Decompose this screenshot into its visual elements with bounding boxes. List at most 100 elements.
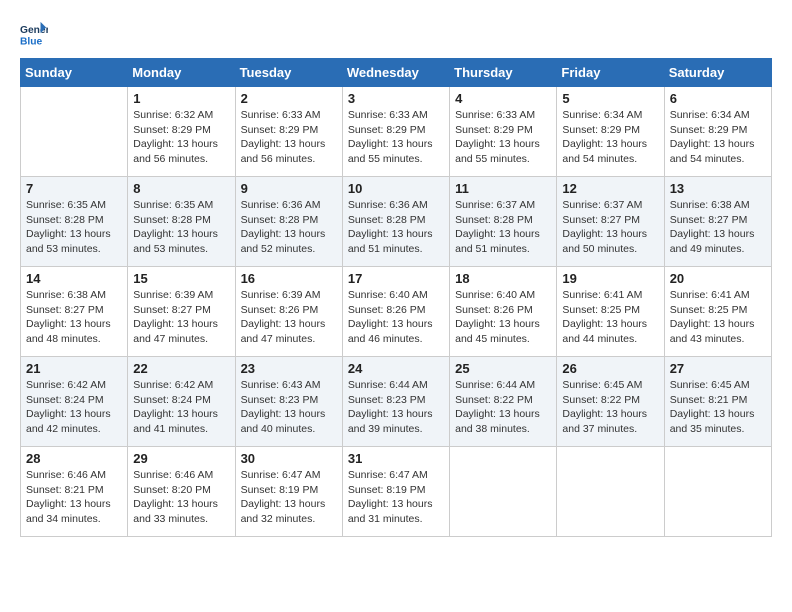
day-header-thursday: Thursday — [450, 59, 557, 87]
day-info: Sunrise: 6:46 AM Sunset: 8:20 PM Dayligh… — [133, 468, 229, 527]
calendar-cell: 3Sunrise: 6:33 AM Sunset: 8:29 PM Daylig… — [342, 87, 449, 177]
calendar-cell: 1 Sunrise: 6:32 AM Sunset: 8:29 PM Daylig… — [128, 87, 235, 177]
day-number: 5 — [562, 91, 658, 106]
day-number: 29 — [133, 451, 229, 466]
day-number: 28 — [26, 451, 122, 466]
day-info: Sunrise: 6:45 AM Sunset: 8:22 PM Dayligh… — [562, 378, 658, 437]
calendar-cell: 26 Sunrise: 6:45 AM Sunset: 8:22 PM Dayli… — [557, 357, 664, 447]
day-header-monday: Monday — [128, 59, 235, 87]
day-info: Sunrise: 6:41 AM Sunset: 8:25 PM Dayligh… — [562, 288, 658, 347]
header-row: SundayMondayTuesdayWednesdayThursdayFrid… — [21, 59, 772, 87]
calendar-cell: 30 Sunrise: 6:47 AM Sunset: 8:19 PM Dayli… — [235, 447, 342, 537]
day-info: Sunrise: 6:42 AM Sunset: 8:24 PM Dayligh… — [133, 378, 229, 437]
calendar-cell: 10Sunrise: 6:36 AM Sunset: 8:28 PM Dayli… — [342, 177, 449, 267]
day-number: 19 — [562, 271, 658, 286]
day-info: Sunrise: 6:34 AM Sunset: 8:29 PM Dayligh… — [562, 108, 658, 167]
calendar-cell: 11 Sunrise: 6:37 AM Sunset: 8:28 PM Dayli… — [450, 177, 557, 267]
week-row-1: 1 Sunrise: 6:32 AM Sunset: 8:29 PM Daylig… — [21, 87, 772, 177]
calendar-cell: 16Sunrise: 6:39 AM Sunset: 8:26 PM Dayli… — [235, 267, 342, 357]
day-number: 8 — [133, 181, 229, 196]
day-info: Sunrise: 6:40 AM Sunset: 8:26 PM Dayligh… — [348, 288, 444, 347]
day-number: 17 — [348, 271, 444, 286]
day-number: 26 — [562, 361, 658, 376]
day-info: Sunrise: 6:39 AM Sunset: 8:26 PM Dayligh… — [241, 288, 337, 347]
day-number: 11 — [455, 181, 551, 196]
day-info: Sunrise: 6:36 AM Sunset: 8:28 PM Dayligh… — [241, 198, 337, 257]
calendar-cell — [557, 447, 664, 537]
day-number: 31 — [348, 451, 444, 466]
day-number: 6 — [670, 91, 766, 106]
day-info: Sunrise: 6:39 AM Sunset: 8:27 PM Dayligh… — [133, 288, 229, 347]
calendar-cell: 4Sunrise: 6:33 AM Sunset: 8:29 PM Daylig… — [450, 87, 557, 177]
calendar-cell: 25 Sunrise: 6:44 AM Sunset: 8:22 PM Dayli… — [450, 357, 557, 447]
day-number: 23 — [241, 361, 337, 376]
day-number: 1 — [133, 91, 229, 106]
logo-icon: General Blue — [20, 20, 48, 48]
calendar-cell — [664, 447, 771, 537]
day-header-wednesday: Wednesday — [342, 59, 449, 87]
day-header-sunday: Sunday — [21, 59, 128, 87]
calendar-cell: 9 Sunrise: 6:36 AM Sunset: 8:28 PM Daylig… — [235, 177, 342, 267]
day-number: 18 — [455, 271, 551, 286]
day-number: 22 — [133, 361, 229, 376]
day-number: 2 — [241, 91, 337, 106]
header: General Blue — [20, 20, 772, 48]
day-header-saturday: Saturday — [664, 59, 771, 87]
day-number: 24 — [348, 361, 444, 376]
day-info: Sunrise: 6:32 AM Sunset: 8:29 PM Dayligh… — [133, 108, 229, 167]
day-number: 20 — [670, 271, 766, 286]
day-info: Sunrise: 6:46 AM Sunset: 8:21 PM Dayligh… — [26, 468, 122, 527]
calendar-cell: 19 Sunrise: 6:41 AM Sunset: 8:25 PM Dayli… — [557, 267, 664, 357]
calendar-cell — [450, 447, 557, 537]
week-row-4: 21 Sunrise: 6:42 AM Sunset: 8:24 PM Dayli… — [21, 357, 772, 447]
day-info: Sunrise: 6:44 AM Sunset: 8:22 PM Dayligh… — [455, 378, 551, 437]
day-number: 7 — [26, 181, 122, 196]
day-number: 15 — [133, 271, 229, 286]
calendar-cell: 31Sunrise: 6:47 AM Sunset: 8:19 PM Dayli… — [342, 447, 449, 537]
day-info: Sunrise: 6:35 AM Sunset: 8:28 PM Dayligh… — [26, 198, 122, 257]
calendar-cell: 23 Sunrise: 6:43 AM Sunset: 8:23 PM Dayli… — [235, 357, 342, 447]
day-info: Sunrise: 6:47 AM Sunset: 8:19 PM Dayligh… — [241, 468, 337, 527]
day-number: 4 — [455, 91, 551, 106]
day-info: Sunrise: 6:35 AM Sunset: 8:28 PM Dayligh… — [133, 198, 229, 257]
day-info: Sunrise: 6:45 AM Sunset: 8:21 PM Dayligh… — [670, 378, 766, 437]
day-number: 13 — [670, 181, 766, 196]
calendar-cell: 20 Sunrise: 6:41 AM Sunset: 8:25 PM Dayli… — [664, 267, 771, 357]
calendar-cell: 18 Sunrise: 6:40 AM Sunset: 8:26 PM Dayli… — [450, 267, 557, 357]
calendar-cell: 21Sunrise: 6:42 AM Sunset: 8:24 PM Dayli… — [21, 357, 128, 447]
day-number: 3 — [348, 91, 444, 106]
day-info: Sunrise: 6:41 AM Sunset: 8:25 PM Dayligh… — [670, 288, 766, 347]
svg-text:Blue: Blue — [20, 36, 43, 47]
day-number: 25 — [455, 361, 551, 376]
calendar-cell: 12 Sunrise: 6:37 AM Sunset: 8:27 PM Dayli… — [557, 177, 664, 267]
calendar-cell: 29 Sunrise: 6:46 AM Sunset: 8:20 PM Dayli… — [128, 447, 235, 537]
day-info: Sunrise: 6:37 AM Sunset: 8:27 PM Dayligh… — [562, 198, 658, 257]
day-header-tuesday: Tuesday — [235, 59, 342, 87]
day-info: Sunrise: 6:40 AM Sunset: 8:26 PM Dayligh… — [455, 288, 551, 347]
calendar-cell: 14 Sunrise: 6:38 AM Sunset: 8:27 PM Dayli… — [21, 267, 128, 357]
day-number: 14 — [26, 271, 122, 286]
day-info: Sunrise: 6:38 AM Sunset: 8:27 PM Dayligh… — [670, 198, 766, 257]
calendar-cell: 7 Sunrise: 6:35 AM Sunset: 8:28 PM Daylig… — [21, 177, 128, 267]
calendar-cell: 5 Sunrise: 6:34 AM Sunset: 8:29 PM Daylig… — [557, 87, 664, 177]
day-info: Sunrise: 6:38 AM Sunset: 8:27 PM Dayligh… — [26, 288, 122, 347]
week-row-5: 28 Sunrise: 6:46 AM Sunset: 8:21 PM Dayli… — [21, 447, 772, 537]
day-number: 9 — [241, 181, 337, 196]
day-number: 21 — [26, 361, 122, 376]
day-info: Sunrise: 6:44 AM Sunset: 8:23 PM Dayligh… — [348, 378, 444, 437]
day-info: Sunrise: 6:43 AM Sunset: 8:23 PM Dayligh… — [241, 378, 337, 437]
day-info: Sunrise: 6:37 AM Sunset: 8:28 PM Dayligh… — [455, 198, 551, 257]
day-number: 27 — [670, 361, 766, 376]
calendar-cell: 13 Sunrise: 6:38 AM Sunset: 8:27 PM Dayli… — [664, 177, 771, 267]
day-number: 12 — [562, 181, 658, 196]
day-info: Sunrise: 6:36 AM Sunset: 8:28 PM Dayligh… — [348, 198, 444, 257]
calendar-cell: 17 Sunrise: 6:40 AM Sunset: 8:26 PM Dayli… — [342, 267, 449, 357]
day-info: Sunrise: 6:33 AM Sunset: 8:29 PM Dayligh… — [241, 108, 337, 167]
calendar-cell: 8 Sunrise: 6:35 AM Sunset: 8:28 PM Daylig… — [128, 177, 235, 267]
calendar-cell: 15 Sunrise: 6:39 AM Sunset: 8:27 PM Dayli… — [128, 267, 235, 357]
day-number: 30 — [241, 451, 337, 466]
calendar-table: SundayMondayTuesdayWednesdayThursdayFrid… — [20, 58, 772, 537]
day-info: Sunrise: 6:34 AM Sunset: 8:29 PM Dayligh… — [670, 108, 766, 167]
logo: General Blue — [20, 20, 48, 48]
day-header-friday: Friday — [557, 59, 664, 87]
